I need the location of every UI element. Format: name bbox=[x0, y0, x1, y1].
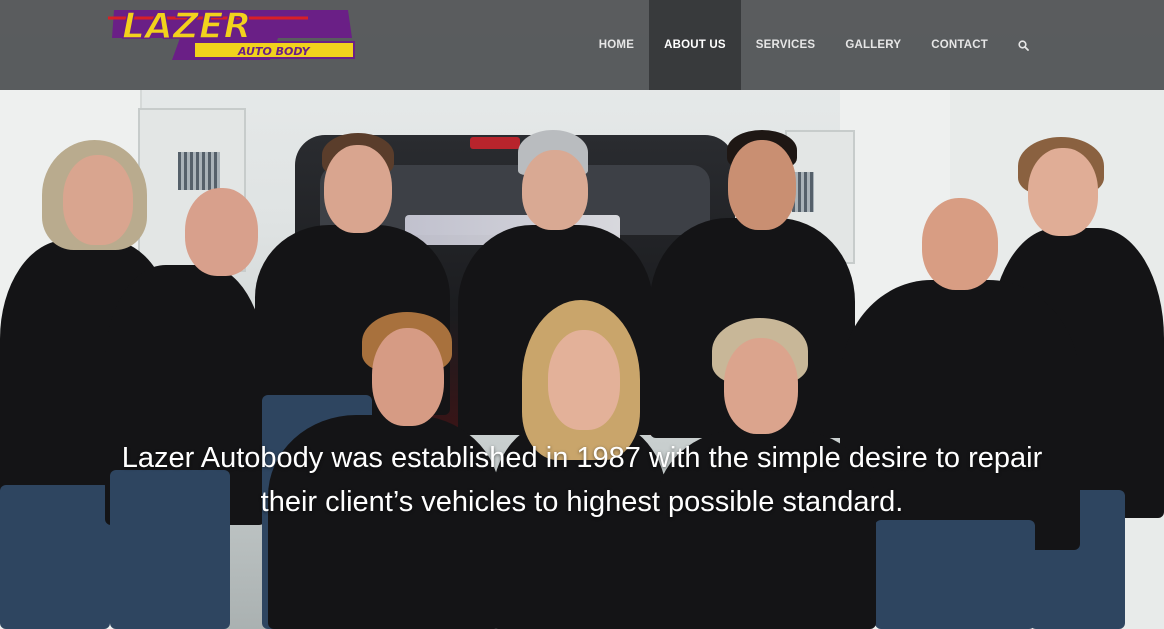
logo-wordmark: LAZER bbox=[122, 6, 251, 47]
lazer-autobody-logo[interactable]: LAZER AUTO BODY bbox=[108, 4, 358, 64]
main-nav: HOME ABOUT US SERVICES GALLERY CONTACT bbox=[584, 0, 1044, 90]
nav-contact[interactable]: CONTACT bbox=[916, 0, 1003, 90]
logo-subtext: AUTO BODY bbox=[237, 45, 311, 58]
hero-tagline: Lazer Autobody was established in 1987 w… bbox=[0, 436, 1164, 524]
nav-services[interactable]: SERVICES bbox=[741, 0, 831, 90]
nav-search-button[interactable] bbox=[1003, 0, 1044, 90]
nav-home[interactable]: HOME bbox=[584, 0, 649, 90]
booth-vent-grille bbox=[178, 152, 220, 190]
search-icon bbox=[1018, 39, 1029, 51]
logo-graphic: LAZER AUTO BODY bbox=[108, 5, 355, 60]
hero-team-photo bbox=[0, 0, 1164, 629]
tagline-line-1: Lazer Autobody was established in 1987 w… bbox=[121, 442, 1043, 474]
truck-brake-light bbox=[470, 137, 520, 149]
tagline-line-2: their client’s vehicles to highest possi… bbox=[260, 486, 904, 518]
site-header: LAZER AUTO BODY HOME ABOUT US SERVICES G… bbox=[0, 0, 1164, 90]
nav-about-us[interactable]: ABOUT US bbox=[649, 0, 741, 90]
nav-gallery[interactable]: GALLERY bbox=[830, 0, 916, 90]
